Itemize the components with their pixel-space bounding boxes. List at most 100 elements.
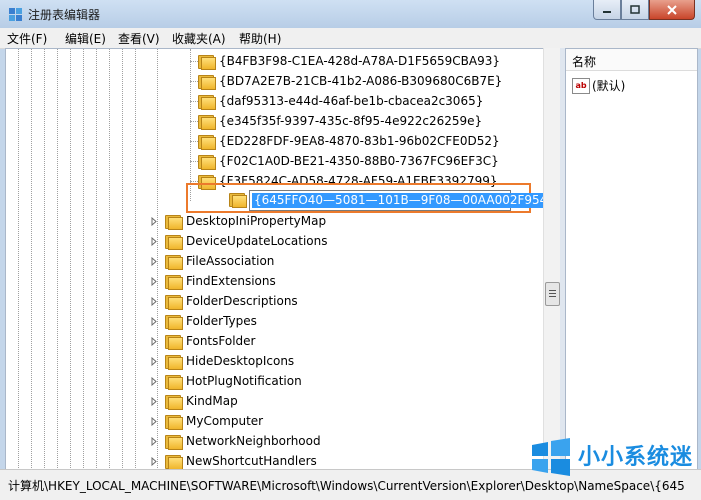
folder-icon [165, 274, 183, 290]
tree-child-key[interactable]: {BD7A2E7B-21CB-41b2-A086-B309680C6B7E} [190, 71, 503, 91]
menu-help[interactable]: 帮助(H) [239, 30, 281, 47]
close-button[interactable] [649, 0, 695, 20]
folder-icon [165, 334, 183, 350]
tree-key-label: {B4FB3F98-C1EA-428d-A78A-D1F5659CBA93} [219, 54, 501, 68]
folder-icon [165, 454, 183, 470]
tree-guide [57, 49, 59, 470]
expand-arrow-icon[interactable] [149, 436, 159, 446]
folder-icon [165, 314, 183, 330]
tree-key[interactable]: FontsFolder [149, 331, 255, 351]
minimize-button[interactable] [593, 0, 621, 20]
tree-child-key[interactable]: {daf95313-e44d-46af-be1b-cbacea2c3065} [190, 91, 483, 111]
tree-key-label: {BD7A2E7B-21CB-41b2-A086-B309680C6B7E} [219, 74, 503, 88]
folder-icon [198, 154, 216, 170]
tree-key[interactable]: DeviceUpdateLocations [149, 231, 328, 251]
folder-icon [165, 434, 183, 450]
expand-arrow-icon[interactable] [149, 336, 159, 346]
expand-arrow-icon[interactable] [149, 376, 159, 386]
tree-key-label: DesktopIniPropertyMap [186, 214, 327, 228]
tree-key[interactable]: FolderTypes [149, 311, 257, 331]
folder-icon [198, 134, 216, 150]
folder-icon [198, 74, 216, 90]
tree-child-key[interactable]: {ED228FDF-9EA8-4870-83b1-96b02CFE0D52} [190, 131, 500, 151]
tree-guide [122, 49, 124, 470]
column-header-name[interactable]: 名称 [566, 49, 697, 71]
tree-key-label: FontsFolder [186, 334, 256, 348]
windows-logo-icon [532, 438, 570, 476]
value-row-default[interactable]: ab (默认) [572, 77, 625, 94]
tree-key-label: DeviceUpdateLocations [186, 234, 328, 248]
maximize-icon [630, 5, 640, 14]
title-bar: 注册表编辑器 [0, 0, 701, 28]
maximize-button[interactable] [621, 0, 649, 20]
registry-editor-window: 注册表编辑器 文件(F) 编辑(E) 查看(V) 收藏夹(A) 帮助(H) {B… [0, 0, 701, 500]
folder-icon [165, 394, 183, 410]
expand-arrow-icon[interactable] [149, 396, 159, 406]
close-icon [667, 4, 677, 15]
watermark: 小小系统迷 [520, 435, 701, 480]
tree-key[interactable]: HideDesktopIcons [149, 351, 294, 371]
expand-arrow-icon[interactable] [149, 456, 159, 466]
folder-icon [165, 234, 183, 250]
key-rename-input[interactable]: {645FFO40—5081—101B—9F08—00AA002F954E} [249, 190, 565, 211]
values-pane[interactable]: 名称 ab (默认) [565, 48, 698, 471]
menu-view[interactable]: 查看(V) [118, 30, 160, 47]
tree-key-label: FileAssociation [186, 254, 275, 268]
tree-key[interactable]: HotPlugNotification [149, 371, 302, 391]
tree-key[interactable]: NetworkNeighborhood [149, 431, 321, 451]
minimize-icon [603, 10, 611, 13]
watermark-text: 小小系统迷 [578, 445, 694, 470]
folder-icon [165, 414, 183, 430]
expand-arrow-icon[interactable] [149, 356, 159, 366]
tree-key[interactable]: MyComputer [149, 411, 263, 431]
expand-arrow-icon[interactable] [149, 316, 159, 326]
folder-icon [198, 54, 216, 70]
tree-guide [18, 49, 20, 470]
tree-key[interactable]: DesktopIniPropertyMap [149, 211, 326, 231]
tree-guide [109, 49, 111, 470]
folder-icon [165, 374, 183, 390]
tree-key[interactable]: FindExtensions [149, 271, 276, 291]
expand-arrow-icon[interactable] [149, 216, 159, 226]
tree-key-label: HideDesktopIcons [186, 354, 295, 368]
folder-icon [198, 94, 216, 110]
tree-key-label: {F02C1A0D-BE21-4350-88B0-7367FC96EF3C} [219, 154, 499, 168]
menu-edit[interactable]: 编辑(E) [65, 30, 106, 47]
expand-arrow-icon[interactable] [149, 236, 159, 246]
tree-key[interactable]: FolderDescriptions [149, 291, 298, 311]
value-name: (默认) [592, 79, 626, 93]
window-title: 注册表编辑器 [28, 8, 101, 22]
string-value-icon: ab [572, 77, 590, 94]
tree-key[interactable]: FileAssociation [149, 251, 274, 271]
menu-bar: 文件(F) 编辑(E) 查看(V) 收藏夹(A) 帮助(H) [0, 28, 701, 49]
tree-guide [70, 49, 72, 470]
tree-guide [135, 49, 137, 470]
expand-arrow-icon[interactable] [149, 296, 159, 306]
tree-key[interactable]: NewShortcutHandlers [149, 451, 317, 470]
tree-key-label: NewShortcutHandlers [186, 454, 317, 468]
tree-child-key[interactable]: {e345f35f-9397-435c-8f95-4e922c26259e} [190, 111, 482, 131]
tree-key-label: FolderDescriptions [186, 294, 298, 308]
tree-guide [96, 49, 98, 470]
tree-scrollbar[interactable] [543, 48, 560, 469]
tree-child-key[interactable]: {F02C1A0D-BE21-4350-88B0-7367FC96EF3C} [190, 151, 499, 171]
expand-arrow-icon[interactable] [149, 416, 159, 426]
expand-arrow-icon[interactable] [149, 256, 159, 266]
menu-file[interactable]: 文件(F) [7, 30, 47, 47]
tree-guide [31, 49, 33, 470]
key-rename-text: {645FFO40—5081—101B—9F08—00AA002F954E} [252, 193, 565, 208]
tree-key-label: {ED228FDF-9EA8-4870-83b1-96b02CFE0D52} [219, 134, 500, 148]
expand-arrow-icon[interactable] [149, 276, 159, 286]
tree-guide [190, 49, 192, 201]
folder-icon [165, 354, 183, 370]
tree-guide [83, 49, 85, 470]
key-tree[interactable]: {B4FB3F98-C1EA-428d-A78A-D1F5659CBA93} {B… [5, 48, 544, 471]
tree-child-key[interactable]: {B4FB3F98-C1EA-428d-A78A-D1F5659CBA93} [190, 51, 501, 71]
tree-key-label: KindMap [186, 394, 238, 408]
folder-icon [165, 294, 183, 310]
folder-icon [165, 214, 183, 230]
tree-key-label: MyComputer [186, 414, 264, 428]
menu-favorites[interactable]: 收藏夹(A) [172, 30, 226, 47]
scrollbar-thumb[interactable] [545, 282, 560, 306]
tree-key[interactable]: KindMap [149, 391, 238, 411]
